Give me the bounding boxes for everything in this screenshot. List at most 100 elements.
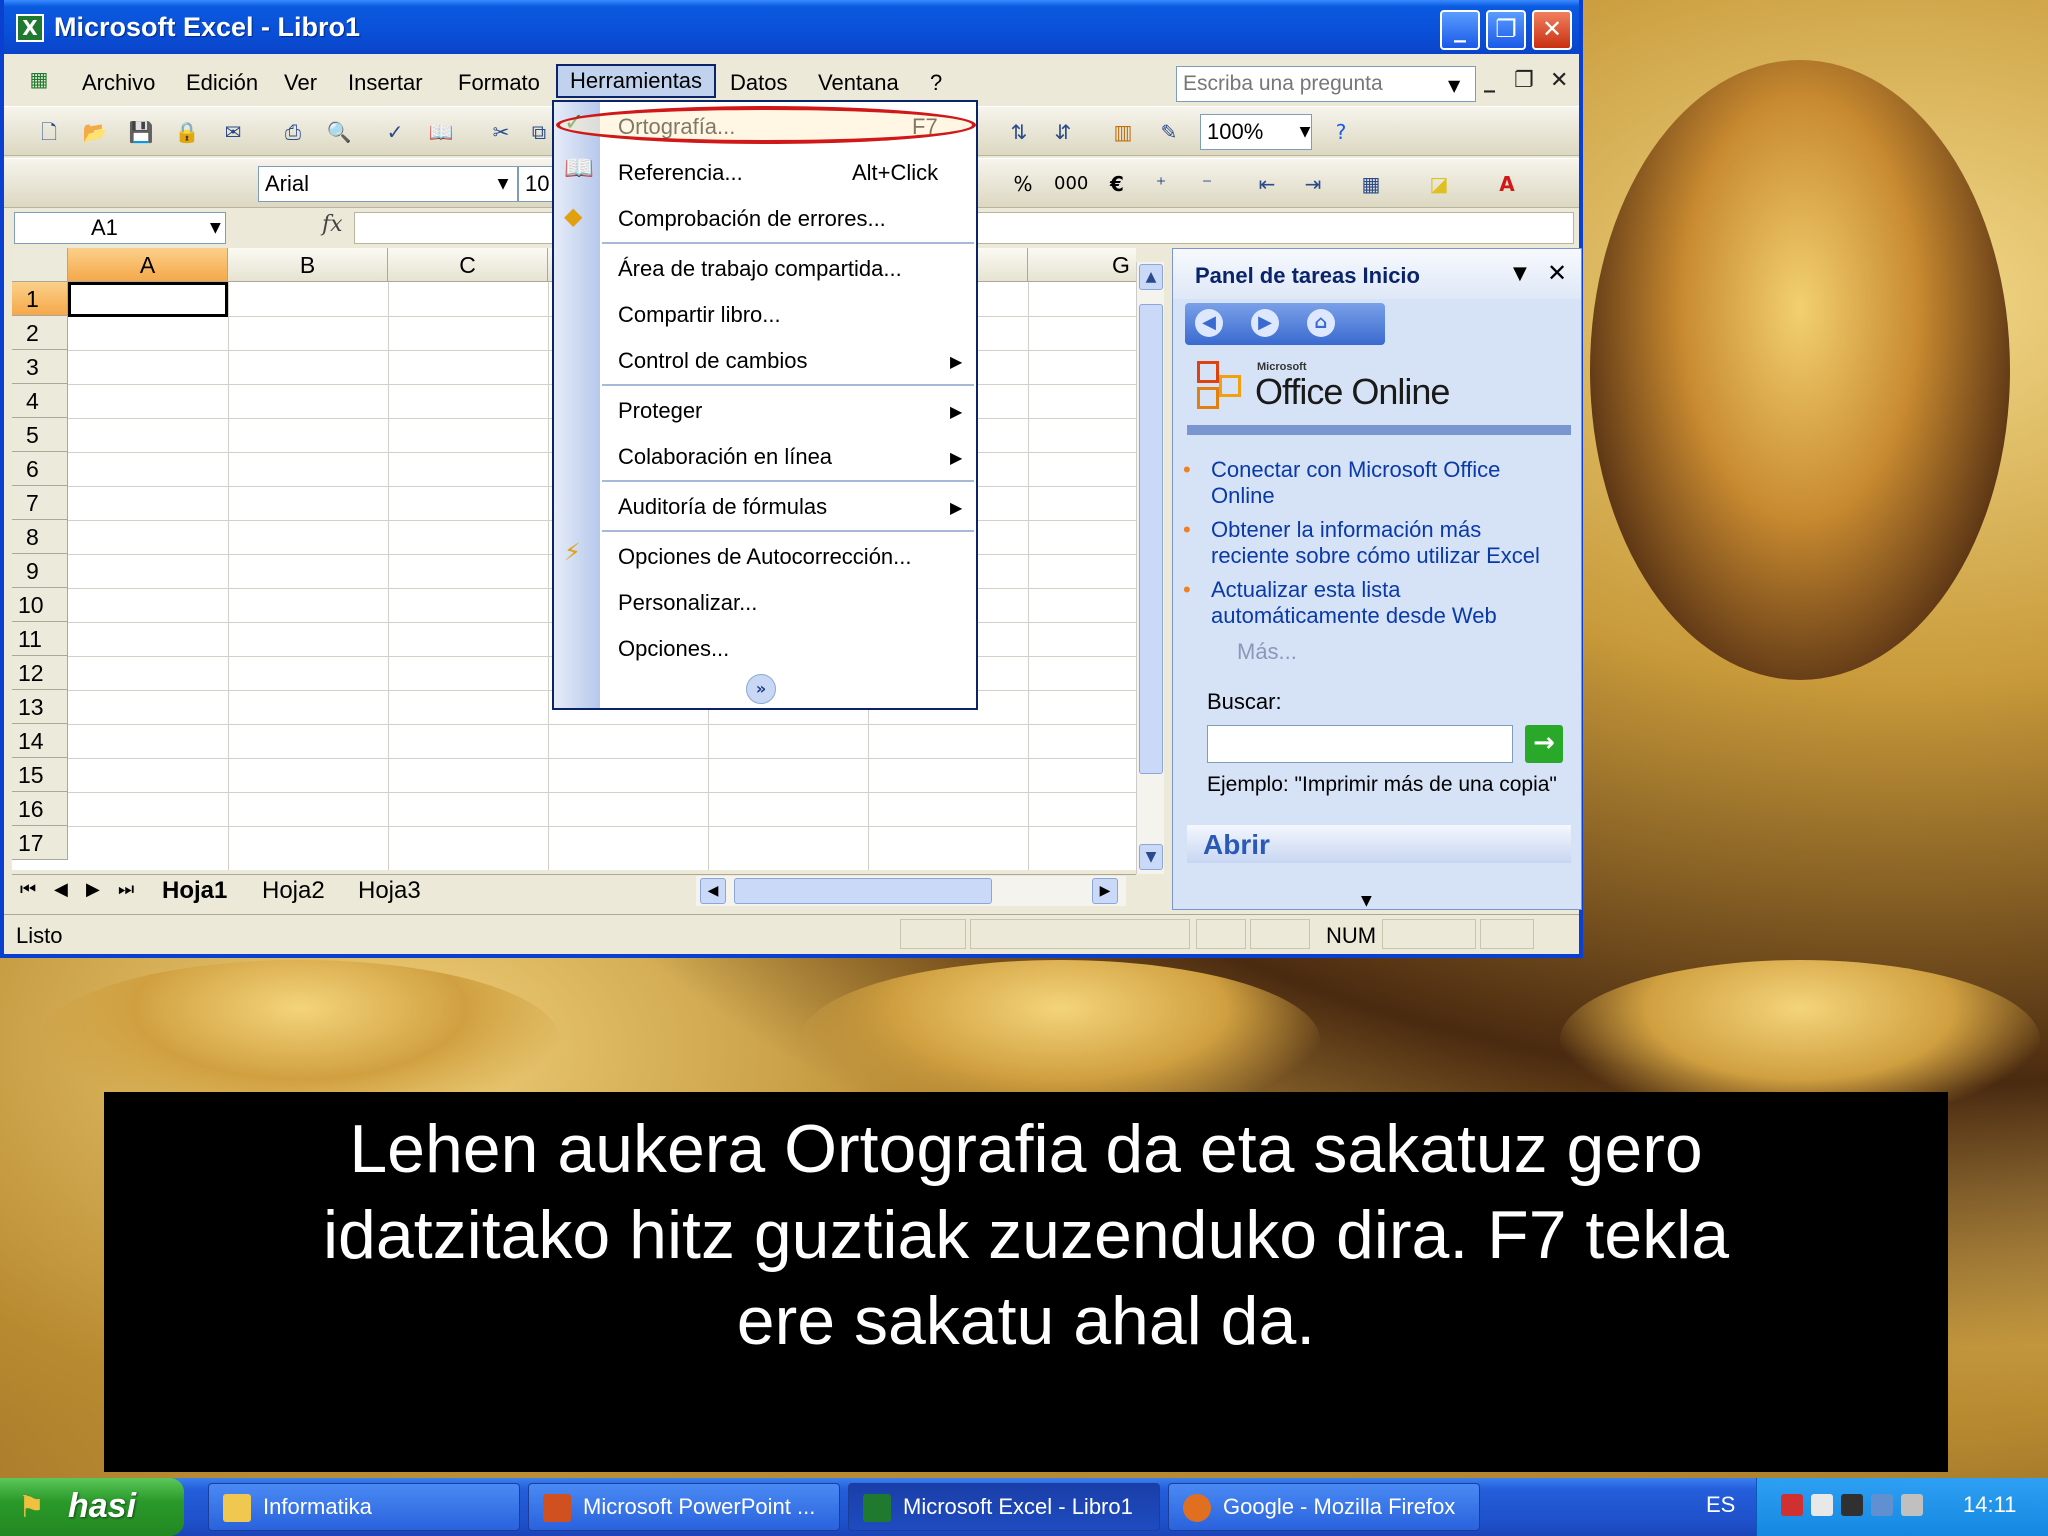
- task-powerpoint[interactable]: Microsoft PowerPoint ...: [528, 1483, 840, 1531]
- save-icon[interactable]: 💾: [126, 117, 156, 147]
- insert-function-button[interactable]: fx: [322, 212, 343, 237]
- scroll-right-icon[interactable]: ▶: [1092, 878, 1118, 904]
- device-icon[interactable]: [1841, 1494, 1863, 1516]
- row-header[interactable]: 3: [12, 350, 68, 384]
- task-informatika[interactable]: Informatika: [208, 1483, 520, 1531]
- column-header[interactable]: B: [228, 248, 388, 282]
- horizontal-scrollbar[interactable]: ◀ ▶: [696, 876, 1126, 906]
- close-button[interactable]: ✕: [1532, 10, 1572, 50]
- back-icon[interactable]: ◀: [1195, 309, 1223, 337]
- row-header[interactable]: 13: [12, 690, 68, 724]
- row-header[interactable]: 9: [12, 554, 68, 588]
- network-icon[interactable]: [1871, 1494, 1893, 1516]
- maximize-button[interactable]: ❐: [1486, 10, 1526, 50]
- menu-datos[interactable]: Datos: [730, 70, 787, 96]
- scroll-left-icon[interactable]: ◀: [700, 878, 726, 904]
- chevron-down-icon[interactable]: ▼: [1448, 76, 1460, 95]
- menu-archivo[interactable]: Archivo: [82, 70, 155, 96]
- scroll-down-icon[interactable]: ▼: [1139, 844, 1163, 870]
- row-header[interactable]: 15: [12, 758, 68, 792]
- menu-insertar[interactable]: Insertar: [348, 70, 423, 96]
- row-header[interactable]: 6: [12, 452, 68, 486]
- open-section-header[interactable]: Abrir: [1187, 825, 1571, 863]
- menu-item-auditoria[interactable]: Auditoría de fórmulas: [618, 494, 827, 520]
- menu-formato[interactable]: Formato: [458, 70, 540, 96]
- row-header[interactable]: 5: [12, 418, 68, 452]
- workbook-icon[interactable]: ▦: [24, 64, 54, 94]
- help-icon[interactable]: ?: [1326, 117, 1356, 147]
- open-icon[interactable]: 📂: [80, 117, 110, 147]
- active-cell[interactable]: [68, 282, 228, 317]
- row-header[interactable]: 2: [12, 316, 68, 350]
- column-header[interactable]: A: [68, 248, 228, 282]
- spelling-icon[interactable]: ✓: [380, 117, 410, 147]
- office-online-logo[interactable]: Microsoft Office Online: [1193, 357, 1563, 417]
- search-go-button[interactable]: →: [1525, 725, 1563, 763]
- drawing-icon[interactable]: ✎: [1154, 117, 1184, 147]
- menu-item-comprobacion-errores[interactable]: Comprobación de errores...: [618, 206, 886, 232]
- link-update-list[interactable]: Actualizar esta lista automáticamente de…: [1183, 577, 1541, 629]
- comma-style-button[interactable]: 000: [1054, 169, 1088, 199]
- font-color-icon[interactable]: A: [1492, 169, 1522, 199]
- expand-menu-icon[interactable]: »: [746, 674, 776, 704]
- permission-icon[interactable]: 🔒: [172, 117, 202, 147]
- link-latest-info[interactable]: Obtener la información más reciente sobr…: [1183, 517, 1541, 569]
- menu-item-opciones[interactable]: Opciones...: [618, 636, 729, 662]
- row-header[interactable]: 1: [12, 282, 68, 316]
- title-bar[interactable]: X Microsoft Excel - Libro1 _ ❐ ✕: [4, 0, 1579, 54]
- currency-euro-button[interactable]: €: [1102, 169, 1132, 199]
- increase-indent-icon[interactable]: ⇥: [1298, 169, 1328, 199]
- last-sheet-icon[interactable]: ⏭: [118, 879, 134, 900]
- email-icon[interactable]: ✉: [218, 117, 248, 147]
- research-icon[interactable]: 📖: [426, 117, 456, 147]
- sheet-tab-hoja3[interactable]: Hoja3: [358, 877, 421, 905]
- column-header[interactable]: C: [388, 248, 548, 282]
- menu-item-compartir-libro[interactable]: Compartir libro...: [618, 302, 781, 328]
- cut-icon[interactable]: ✂: [486, 117, 516, 147]
- scroll-up-icon[interactable]: ▲: [1139, 264, 1163, 290]
- increase-decimal-icon[interactable]: ⁺: [1146, 169, 1176, 199]
- sort-descending-icon[interactable]: ⇵: [1048, 117, 1078, 147]
- menu-item-colaboracion[interactable]: Colaboración en línea: [618, 444, 832, 470]
- row-header[interactable]: 10: [12, 588, 68, 622]
- row-header[interactable]: 17: [12, 826, 68, 860]
- language-indicator[interactable]: ES: [1706, 1492, 1735, 1518]
- row-header[interactable]: 14: [12, 724, 68, 758]
- borders-icon[interactable]: ▦: [1356, 169, 1386, 199]
- sheet-tab-hoja2[interactable]: Hoja2: [262, 877, 325, 905]
- row-header[interactable]: 12: [12, 656, 68, 690]
- row-header[interactable]: 7: [12, 486, 68, 520]
- chevron-down-icon[interactable]: ▼: [1290, 117, 1320, 147]
- workbook-minimize-button[interactable]: _: [1484, 68, 1495, 93]
- more-link[interactable]: Más...: [1237, 639, 1297, 665]
- row-header[interactable]: 4: [12, 384, 68, 418]
- menu-ver[interactable]: Ver: [284, 70, 317, 96]
- fill-color-icon[interactable]: ◪: [1424, 169, 1454, 199]
- new-icon[interactable]: 🗋: [34, 117, 64, 147]
- first-sheet-icon[interactable]: ⏮: [20, 879, 36, 900]
- start-button[interactable]: ⚑ hasi: [0, 1478, 184, 1536]
- percent-style-button[interactable]: %: [1008, 169, 1038, 199]
- link-connect-office-online[interactable]: Conectar con Microsoft Office Online: [1183, 457, 1541, 509]
- chevron-down-icon[interactable]: ▼: [488, 169, 518, 199]
- menu-help[interactable]: ?: [930, 70, 942, 96]
- ask-question-input[interactable]: Escriba una pregunta: [1176, 66, 1476, 102]
- menu-item-area-trabajo[interactable]: Área de trabajo compartida...: [618, 256, 902, 282]
- search-input[interactable]: [1207, 725, 1513, 763]
- print-icon[interactable]: ⎙: [278, 117, 308, 147]
- task-excel[interactable]: Microsoft Excel - Libro1: [848, 1483, 1160, 1531]
- chevron-down-icon[interactable]: ▼: [1361, 893, 1372, 909]
- task-firefox[interactable]: Google - Mozilla Firefox: [1168, 1483, 1480, 1531]
- row-header[interactable]: 16: [12, 792, 68, 826]
- next-sheet-icon[interactable]: ▶: [86, 879, 100, 900]
- security-icon[interactable]: [1811, 1494, 1833, 1516]
- chart-wizard-icon[interactable]: ▥: [1108, 117, 1138, 147]
- menu-item-referencia[interactable]: Referencia...: [618, 160, 743, 186]
- copy-icon[interactable]: ⧉: [524, 117, 554, 147]
- close-icon[interactable]: ✕: [1547, 259, 1567, 287]
- decrease-indent-icon[interactable]: ⇤: [1252, 169, 1282, 199]
- sort-ascending-icon[interactable]: ⇅: [1004, 117, 1034, 147]
- row-header[interactable]: 11: [12, 622, 68, 656]
- workbook-restore-button[interactable]: ❐: [1514, 68, 1534, 93]
- scroll-thumb[interactable]: [1139, 304, 1163, 774]
